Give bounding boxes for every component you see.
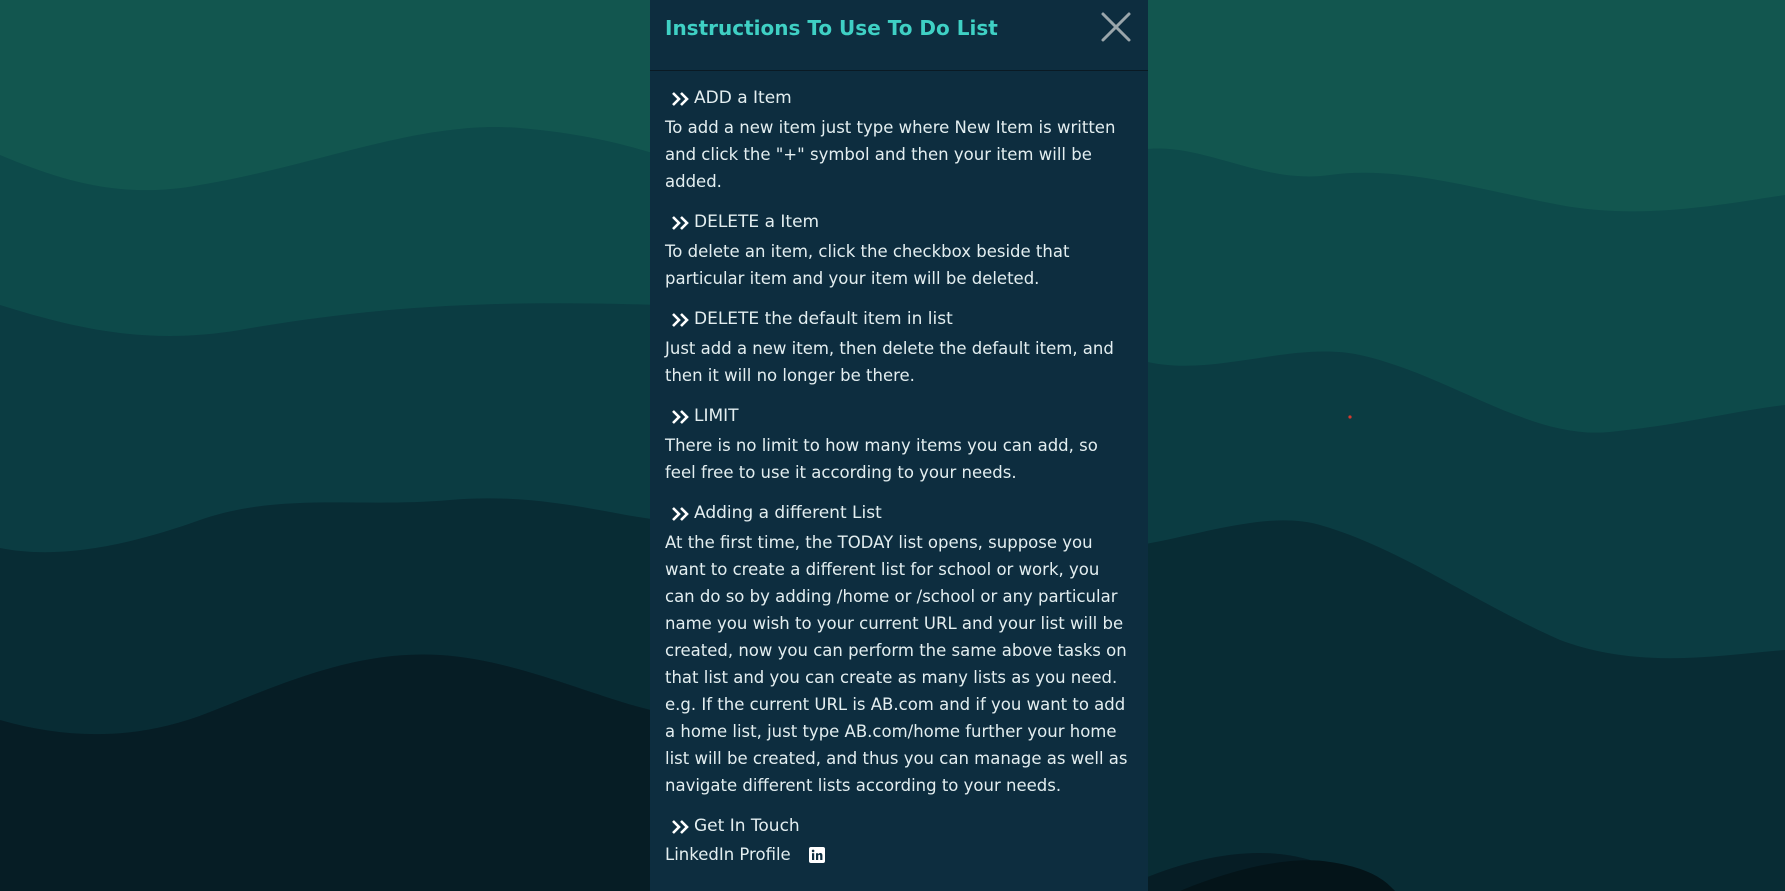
section-heading-text: DELETE the default item in list <box>694 309 953 329</box>
linkedin-icon[interactable] <box>808 847 825 863</box>
section-heading-text: Adding a different List <box>694 503 882 523</box>
section-delete-default-item: DELETE the default item in list Just add… <box>665 308 1132 389</box>
section-heading-text: DELETE a Item <box>694 212 820 232</box>
section-heading: LIMIT <box>665 405 1132 428</box>
section-add-item: ADD a Item To add a new item just type w… <box>665 87 1132 195</box>
linkedin-link[interactable]: LinkedIn Profile <box>665 842 1132 868</box>
instructions-panel: Instructions To Use To Do List ADD a Ite… <box>650 0 1148 891</box>
section-heading-text: LIMIT <box>694 406 739 426</box>
section-heading: ADD a Item <box>665 87 1132 110</box>
double-chevron-right-icon <box>672 819 689 834</box>
section-different-list: Adding a different List At the first tim… <box>665 502 1132 799</box>
section-delete-item: DELETE a Item To delete an item, click t… <box>665 211 1132 292</box>
section-body: There is no limit to how many items you … <box>665 432 1132 486</box>
section-paragraph: There is no limit to how many items you … <box>665 436 1098 482</box>
section-paragraph: To delete an item, click the checkbox be… <box>665 242 1070 288</box>
section-body: Just add a new item, then delete the def… <box>665 335 1132 389</box>
double-chevron-right-icon <box>672 91 689 106</box>
instructions-content: ADD a Item To add a new item just type w… <box>650 71 1148 868</box>
double-chevron-right-icon <box>672 409 689 424</box>
section-heading: DELETE the default item in list <box>665 308 1132 331</box>
double-chevron-right-icon <box>672 312 689 327</box>
panel-title: Instructions To Use To Do List <box>665 16 998 40</box>
section-limit: LIMIT There is no limit to how many item… <box>665 405 1132 486</box>
section-heading-text: ADD a Item <box>694 88 792 108</box>
section-get-in-touch: Get In Touch LinkedIn Profile <box>665 815 1132 868</box>
section-paragraph: To add a new item just type where New It… <box>665 118 1116 191</box>
section-heading: Adding a different List <box>665 502 1132 525</box>
section-heading: Get In Touch <box>665 815 1132 838</box>
section-body: To add a new item just type where New It… <box>665 114 1132 195</box>
section-body: At the first time, the TODAY list opens,… <box>665 529 1132 799</box>
section-paragraph: At the first time, the TODAY list opens,… <box>665 533 1127 687</box>
double-chevron-right-icon <box>672 215 689 230</box>
close-icon[interactable] <box>1098 9 1134 45</box>
section-paragraph: Just add a new item, then delete the def… <box>665 339 1114 385</box>
double-chevron-right-icon <box>672 506 689 521</box>
section-paragraph-example: e.g. If the current URL is AB.com and if… <box>665 695 1128 795</box>
linkedin-label[interactable]: LinkedIn Profile <box>665 842 791 868</box>
section-heading: DELETE a Item <box>665 211 1132 234</box>
section-heading-text: Get In Touch <box>694 816 800 836</box>
section-body: To delete an item, click the checkbox be… <box>665 238 1132 292</box>
panel-header: Instructions To Use To Do List <box>650 0 1148 71</box>
